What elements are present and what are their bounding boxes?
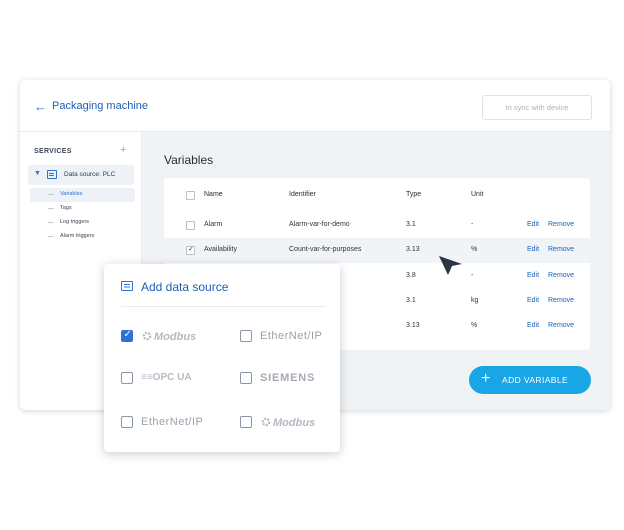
tree-connector: [48, 208, 54, 209]
remove-link[interactable]: Remove: [548, 322, 574, 329]
list-box-icon: [47, 170, 57, 179]
sidebar-subitems: Variables Tags Log triggers Alarm trigge…: [30, 188, 135, 244]
edit-link[interactable]: Edit: [527, 297, 539, 304]
ethernet-ip-logo: EtherNet/IP: [141, 416, 204, 428]
option-checkbox[interactable]: [121, 416, 133, 428]
edit-link[interactable]: Edit: [527, 246, 539, 253]
tree-connector: [48, 194, 54, 195]
option-checkbox[interactable]: [121, 329, 133, 342]
table-header: Name Identifier Type Unit: [164, 183, 590, 208]
column-header-name: Name: [204, 191, 223, 198]
sidebar-item-label: Tags: [60, 205, 72, 211]
row-type: 3.8: [406, 272, 416, 279]
opc-ua-logo: ≡≡OPC UA: [141, 372, 192, 383]
row-type: 3.1: [406, 221, 416, 228]
row-unit: -: [471, 221, 474, 228]
remove-link[interactable]: Remove: [548, 246, 574, 253]
sidebar-item-variables[interactable]: Variables: [30, 188, 135, 202]
data-source-label: Data source: PLC: [64, 171, 116, 178]
add-variable-label: ADD VARIABLE: [502, 375, 569, 385]
top-bar: ← Packaging machine In sync with device: [20, 80, 610, 132]
row-identifier: Count-var-for-purposes: [289, 246, 362, 253]
column-header-identifier: Identifier: [289, 191, 316, 198]
table-row: Availability Count-var-for-purposes 3.13…: [164, 238, 590, 263]
select-all-checkbox[interactable]: [186, 191, 195, 200]
edit-link[interactable]: Edit: [527, 272, 539, 279]
column-header-unit: Unit: [471, 191, 484, 198]
sidebar-item-label: Log triggers: [60, 219, 90, 225]
option-checkbox[interactable]: [240, 372, 252, 384]
row-checkbox[interactable]: [186, 221, 195, 230]
ethernet-ip-logo: EtherNet/IP: [260, 330, 323, 342]
remove-link[interactable]: Remove: [548, 297, 574, 304]
modbus-logo: Modbus: [141, 330, 196, 343]
row-unit: -: [471, 272, 474, 279]
table-row: Alarm Alarm-var-for-demo 3.1 - Edit Remo…: [164, 213, 590, 238]
row-unit: %: [471, 246, 478, 253]
triangle-down-icon[interactable]: ▼: [34, 170, 41, 177]
arrow-left-icon[interactable]: ←: [34, 99, 47, 114]
row-type: 3.13: [406, 322, 420, 329]
sidebar-item-label: Alarm triggers: [60, 233, 95, 239]
edit-link[interactable]: Edit: [527, 221, 539, 228]
row-unit: kg: [471, 297, 479, 304]
option-checkbox[interactable]: [121, 372, 133, 384]
plus-icon: +: [481, 370, 491, 387]
gear-icon: [142, 331, 152, 341]
cursor-arrow-icon: [439, 256, 462, 275]
add-data-source-dialog: Add data source Modbus EtherNet/IP ≡≡OPC…: [104, 264, 340, 452]
sidebar-item-alarm-triggers[interactable]: Alarm triggers: [30, 230, 135, 244]
sidebar-item-log-triggers[interactable]: Log triggers: [30, 216, 135, 230]
page-title: Packaging machine: [52, 100, 149, 112]
plus-icon[interactable]: +: [120, 144, 126, 156]
siemens-logo: SIEMENS: [260, 372, 316, 384]
remove-link[interactable]: Remove: [548, 272, 574, 279]
add-variable-button[interactable]: + ADD VARIABLE: [469, 366, 591, 394]
list-box-icon: [121, 281, 133, 291]
row-checkbox[interactable]: [186, 245, 195, 255]
row-identifier: Alarm-var-for-demo: [289, 221, 350, 228]
row-type: 3.13: [406, 246, 420, 253]
sync-status-button[interactable]: In sync with device: [482, 95, 592, 120]
dialog-title: Add data source: [141, 280, 229, 294]
row-name: Availability: [204, 246, 237, 253]
edit-link[interactable]: Edit: [527, 322, 539, 329]
option-checkbox[interactable]: [240, 416, 252, 428]
sidebar-item-tags[interactable]: Tags: [30, 202, 135, 216]
modbus-logo: Modbus: [260, 416, 315, 429]
sidebar-item-data-source[interactable]: ▼ Data source: PLC: [28, 165, 134, 185]
row-name: Alarm: [204, 221, 223, 228]
section-title: Variables: [164, 153, 214, 167]
gear-icon: [261, 417, 271, 427]
row-type: 3.1: [406, 297, 416, 304]
sidebar-item-label: Variables: [60, 191, 83, 197]
divider: [121, 306, 326, 307]
option-checkbox[interactable]: [240, 330, 252, 342]
services-heading: SERVICES: [34, 148, 72, 155]
tree-connector: [48, 222, 54, 223]
row-unit: %: [471, 322, 478, 329]
remove-link[interactable]: Remove: [548, 221, 574, 228]
tree-connector: [48, 236, 54, 237]
column-header-type: Type: [406, 191, 422, 198]
